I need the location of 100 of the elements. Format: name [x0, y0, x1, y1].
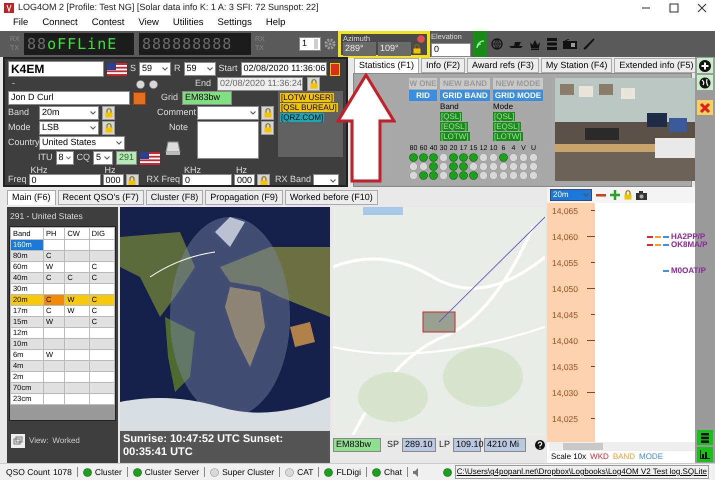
distance-field[interactable]: 4210 Mi: [484, 438, 526, 452]
itu-dropdown[interactable]: 8: [56, 151, 74, 165]
long-path-field[interactable]: 109°: [378, 42, 411, 56]
short-path-field[interactable]: 289°: [343, 42, 376, 56]
itu-label: ITU: [38, 151, 52, 164]
qso-count-label: QSO Count: [6, 466, 50, 478]
badge[interactable]: [QRZ.COM]: [280, 113, 324, 122]
service-label: CAT: [297, 466, 314, 478]
frequency-tick: 14,045: [552, 309, 578, 322]
khz-label: KHz: [184, 167, 202, 174]
sun-times-panel: Sunrise: 10:47:52 UTC Sunset: 00:35:41 UTC: [120, 431, 330, 463]
legend-label: MODE: [639, 451, 664, 463]
hz-label: Hz: [104, 167, 117, 174]
menu-item[interactable]: File: [13, 16, 28, 30]
tag: [LOTW]: [493, 132, 523, 141]
legend-label: BAND: [612, 451, 636, 463]
badge[interactable]: [QSL BUREAU]: [280, 103, 338, 112]
column-heading: Mode: [493, 102, 514, 111]
tab[interactable]: Cluster (F8): [146, 190, 204, 205]
frequency-tick: 14,055: [552, 257, 578, 270]
dxcc-field[interactable]: 291: [116, 151, 137, 165]
lp-label: LP: [439, 438, 450, 452]
display-digits: 88: [27, 36, 48, 52]
cq-dropdown[interactable]: 5: [93, 151, 113, 165]
legend-label: WKD: [590, 451, 609, 463]
band-dropdown[interactable]: 20m: [550, 189, 592, 201]
dash-label: -: [12, 77, 16, 90]
tab[interactable]: My Station (F4): [540, 58, 612, 73]
radio-spinner[interactable]: 1: [299, 37, 321, 51]
service-label: FLDigi: [336, 466, 362, 478]
service-label: Cluster Server: [144, 466, 200, 478]
frequency-tick: 14,025: [552, 413, 578, 426]
band-dropdown[interactable]: 20m: [39, 106, 99, 120]
spot-callsign[interactable]: M0OAT/P: [671, 267, 706, 275]
grid-field[interactable]: EM83bw: [182, 91, 232, 105]
menu-item[interactable]: Connect: [42, 16, 78, 30]
end-time-field[interactable]: 02/08/2020 11:36:24: [217, 77, 304, 91]
rx-freq-label: RX Freq: [146, 172, 180, 185]
view-value[interactable]: Worked: [52, 434, 80, 447]
tag: [QSL]: [440, 112, 462, 121]
rx-frequency-field[interactable]: 0: [182, 174, 232, 185]
rst-sent-dropdown[interactable]: 59: [139, 62, 172, 76]
spot-callsign[interactable]: HA2PP/P: [671, 233, 706, 241]
window-title: LOG4OM 2 [Profile: Test NG] [Solar data info K: 1 A: 3 SFI: 72 Sunspot: 22]: [18, 0, 320, 14]
band-label: Band: [8, 106, 30, 120]
menu-item[interactable]: Settings: [218, 16, 252, 30]
tab[interactable]: Worked before (F10): [284, 190, 378, 205]
rst-received-label: R: [174, 62, 181, 76]
menu-item[interactable]: View: [138, 16, 159, 30]
display-digits: oFFLinE: [47, 36, 118, 52]
service-label: Super Cluster: [222, 466, 274, 478]
frequency-tick: 14,035: [552, 361, 578, 374]
frequency-tick: 14,065: [552, 205, 578, 218]
tab[interactable]: Propagation (F9): [205, 190, 283, 205]
tab[interactable]: Statistics (F1): [354, 58, 420, 73]
qso-count: 1078: [52, 466, 72, 478]
callsign-field[interactable]: K4EM: [8, 61, 104, 77]
comment-label: Comment: [157, 106, 195, 120]
frequency-hz-field[interactable]: 000: [102, 174, 124, 185]
rst-received-dropdown[interactable]: 59: [184, 62, 216, 76]
note-label: Note: [169, 121, 190, 134]
end-label: End: [195, 77, 212, 90]
frequency-tick: 14,030: [552, 387, 578, 400]
tag: [EQSL]: [493, 122, 521, 131]
hz-label: Hz: [236, 167, 248, 174]
cq-label: CQ: [76, 151, 90, 164]
scale-label[interactable]: Scale 10x: [551, 451, 586, 463]
display-digits: 888888888: [142, 36, 232, 52]
rx-frequency-hz-field[interactable]: 000: [234, 174, 256, 185]
elevation-field[interactable]: 0: [431, 42, 471, 57]
tab[interactable]: Info (F2): [421, 58, 466, 73]
frequency-field[interactable]: 0: [28, 174, 101, 185]
rx-band-label: RX Band: [275, 172, 312, 185]
grid-field[interactable]: EM83bw: [333, 438, 381, 452]
tag: [EQSL]: [440, 122, 468, 131]
frequency-tick: 14,060: [552, 231, 578, 244]
tag: [LOTW]: [440, 132, 470, 141]
menu-item[interactable]: Help: [266, 16, 286, 30]
long-path-field[interactable]: 109.10: [453, 438, 482, 452]
mode-dropdown[interactable]: LSB: [39, 121, 99, 135]
menu-item[interactable]: Utilities: [172, 16, 204, 30]
badge[interactable]: [LOTW USER]: [280, 93, 334, 102]
sp-label: SP: [387, 438, 400, 452]
menu-item[interactable]: Contest: [92, 16, 124, 30]
tab[interactable]: Award refs (F3): [467, 58, 539, 73]
tab[interactable]: Main (F6): [7, 190, 56, 205]
short-path-field[interactable]: 289.10: [402, 438, 436, 452]
panel-title: 291 - United States: [9, 210, 84, 223]
start-label: Start: [218, 62, 238, 76]
country-dropdown[interactable]: United States: [39, 136, 125, 150]
rst-sent-label: S: [130, 62, 136, 76]
frequency-tick: 14,040: [552, 335, 578, 348]
database-path[interactable]: C:\Users\g4popanl.net\Dropbox\Logbooks\Log4OM V2 Test log.SQLite: [454, 465, 709, 479]
start-time-field[interactable]: 02/08/2020 11:36:06: [240, 62, 327, 76]
view-label: View:: [29, 434, 48, 447]
service-label: Chat: [384, 466, 402, 478]
spot-callsign[interactable]: OK8MA/P: [671, 241, 708, 249]
name-field[interactable]: Jon D Curl: [8, 91, 130, 105]
tab[interactable]: Recent QSO's (F7): [58, 190, 144, 205]
column-heading: Band: [440, 102, 460, 111]
